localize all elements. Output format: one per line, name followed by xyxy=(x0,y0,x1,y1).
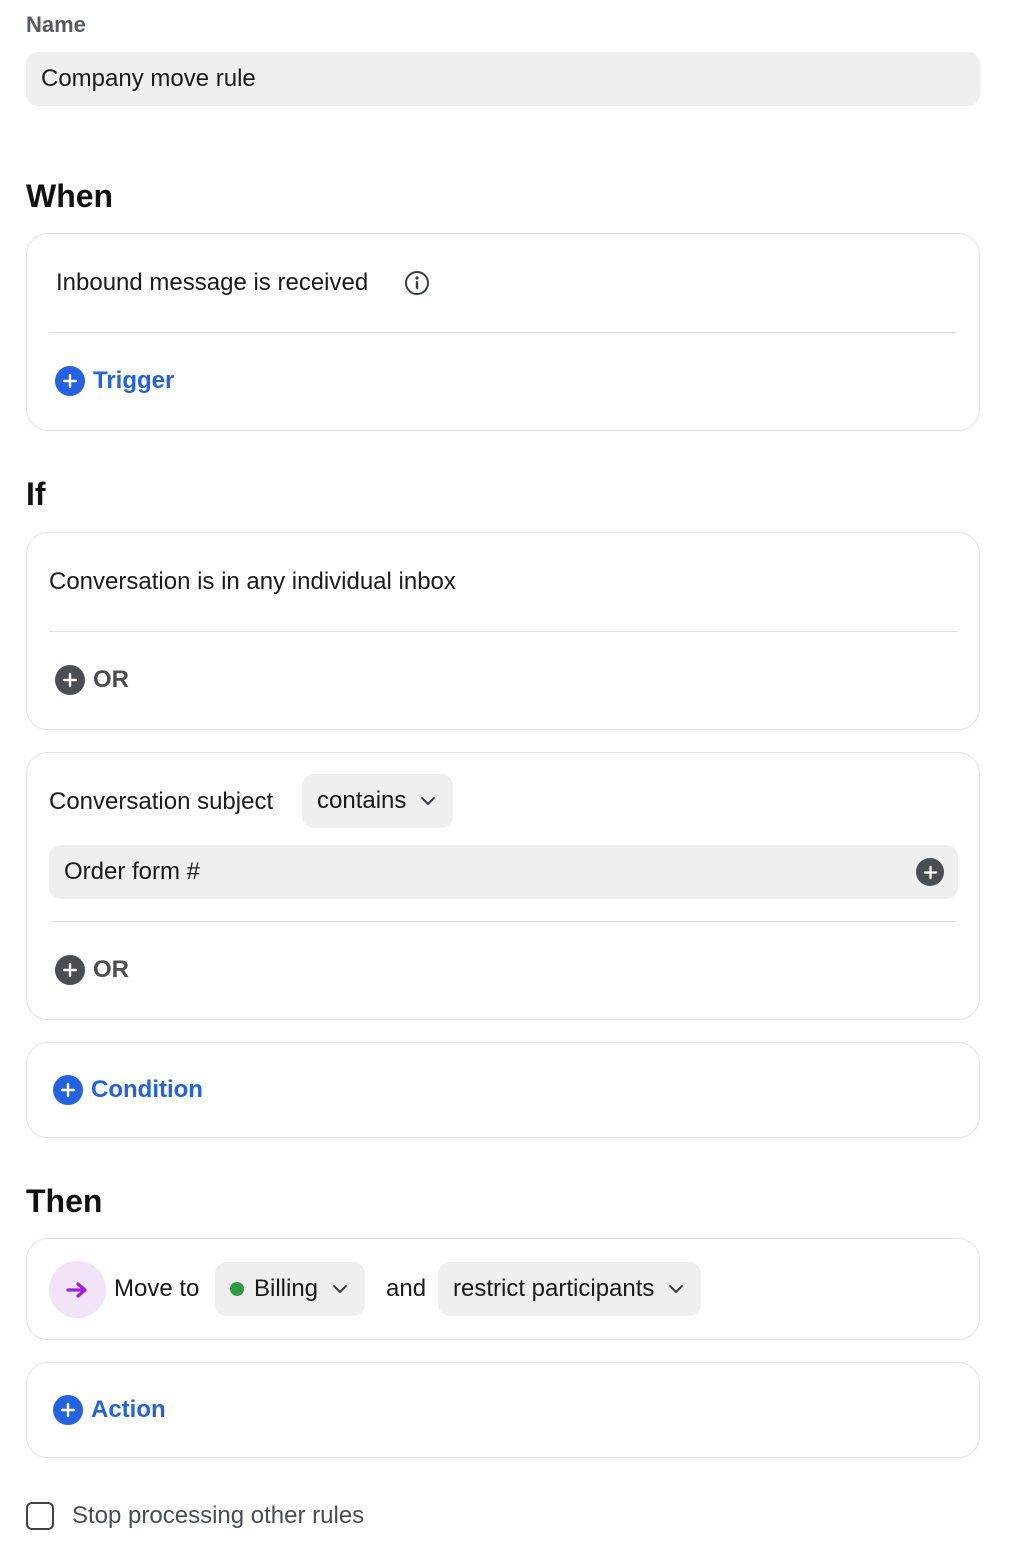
arrow-right-icon xyxy=(49,1261,106,1318)
chevron-down-icon xyxy=(421,797,436,805)
if-heading: If xyxy=(26,476,46,512)
condition-card-1: Conversation is in any individual inbox … xyxy=(26,532,980,730)
action-verb: Move to xyxy=(114,1275,200,1302)
action-card: Move to Billing and restrict participant… xyxy=(26,1238,980,1340)
condition-2-field: Conversation subject xyxy=(49,788,274,815)
destination-value: Billing xyxy=(254,1275,319,1302)
plus-icon xyxy=(55,665,85,695)
add-action-label: Action xyxy=(91,1396,166,1423)
condition-1-text: Conversation is in any individual inbox xyxy=(49,568,456,595)
or-label: OR xyxy=(93,956,129,983)
destination-select[interactable]: Billing xyxy=(215,1262,366,1316)
rule-editor: Name When Inbound message is received Tr… xyxy=(0,0,1014,1552)
condition-2-divider xyxy=(49,921,957,922)
stop-processing-row[interactable]: Stop processing other rules xyxy=(26,1502,364,1530)
status-dot xyxy=(230,1282,244,1296)
stop-processing-label: Stop processing other rules xyxy=(72,1502,365,1529)
add-condition-button[interactable]: Condition xyxy=(53,1075,203,1105)
operator-value: contains xyxy=(317,787,407,814)
condition-card-2: Conversation subject contains Order form… xyxy=(26,752,980,1020)
add-condition-label: Condition xyxy=(91,1076,203,1103)
add-action-button[interactable]: Action xyxy=(53,1395,166,1425)
add-trigger-label: Trigger xyxy=(93,367,175,394)
participants-value: restrict participants xyxy=(453,1275,655,1302)
operator-select[interactable]: contains xyxy=(302,774,454,828)
condition-1-or-button[interactable]: OR xyxy=(55,665,129,695)
condition-2-or-button[interactable]: OR xyxy=(55,955,129,985)
add-trigger-button[interactable]: Trigger xyxy=(55,366,174,396)
trigger-text: Inbound message is received xyxy=(56,269,369,296)
stop-processing-checkbox[interactable] xyxy=(26,1502,54,1530)
action-connector: and xyxy=(386,1275,427,1302)
condition-1-divider xyxy=(49,631,957,632)
when-divider xyxy=(49,332,957,333)
chevron-down-icon xyxy=(669,1285,684,1293)
plus-icon xyxy=(53,1395,83,1425)
then-heading: Then xyxy=(26,1183,103,1219)
name-label: Name xyxy=(26,12,86,37)
plus-icon xyxy=(53,1075,83,1105)
plus-icon xyxy=(55,366,85,396)
add-action-card: Action xyxy=(26,1362,980,1458)
participants-select[interactable]: restrict participants xyxy=(438,1262,702,1316)
chevron-down-icon xyxy=(333,1285,348,1293)
when-heading: When xyxy=(26,178,114,214)
add-condition-card: Condition xyxy=(26,1042,980,1138)
info-icon[interactable] xyxy=(404,270,430,296)
condition-value: Order form # xyxy=(64,858,201,885)
or-label: OR xyxy=(93,666,129,693)
add-value-icon[interactable] xyxy=(916,858,944,886)
when-card: Inbound message is received Trigger xyxy=(26,233,980,431)
name-input[interactable] xyxy=(26,52,980,106)
condition-value-field[interactable]: Order form # xyxy=(49,845,958,899)
plus-icon xyxy=(55,955,85,985)
